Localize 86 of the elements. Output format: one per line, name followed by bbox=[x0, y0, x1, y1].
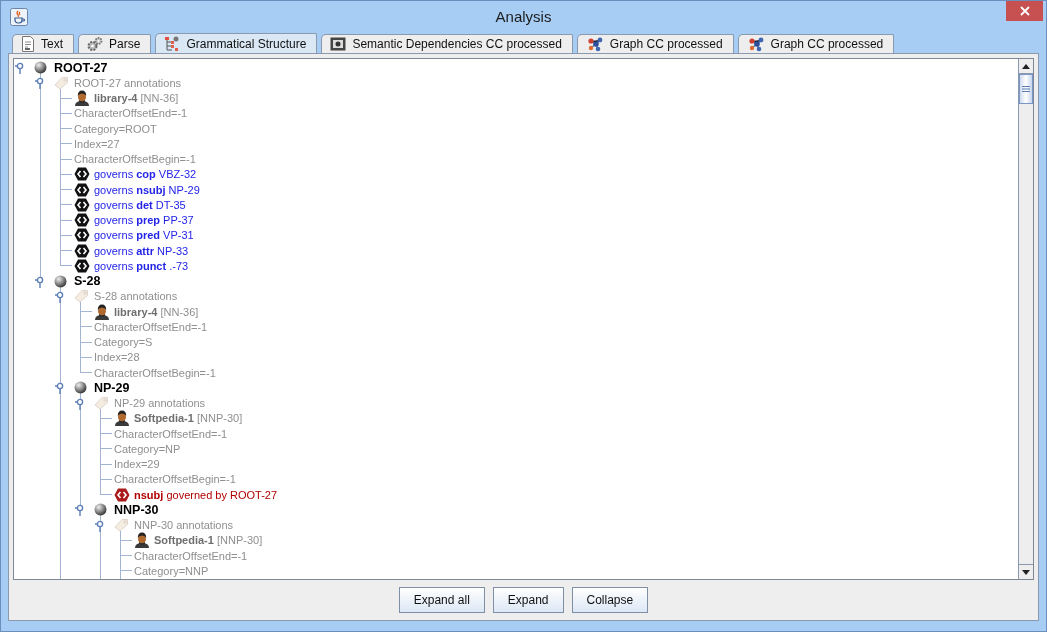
expand-handle-icon[interactable] bbox=[55, 290, 65, 303]
tree-action-button[interactable]: Expand all bbox=[398, 587, 485, 613]
property-label[interactable]: Category=ROOT bbox=[74, 122, 157, 135]
dependency-icon bbox=[74, 213, 90, 228]
person-icon bbox=[134, 532, 150, 549]
tree-action-button[interactable]: Expand bbox=[492, 587, 564, 613]
expand-handle-icon[interactable] bbox=[75, 397, 85, 410]
annotations-label[interactable]: NP-29 annotations bbox=[114, 397, 206, 410]
annotations-label[interactable]: S-28 annotations bbox=[94, 290, 178, 303]
window-title: Analysis bbox=[495, 8, 552, 25]
tab[interactable]: Graph CC processed bbox=[737, 34, 895, 53]
property-label[interactable]: Index=27 bbox=[74, 137, 120, 150]
vertical-scrollbar[interactable] bbox=[1018, 59, 1033, 579]
tree-node-label[interactable]: S-28 bbox=[74, 274, 101, 289]
tab[interactable]: Grammatical Structure bbox=[155, 33, 318, 53]
chip-icon bbox=[330, 37, 347, 51]
token-label[interactable]: Softpedia-1 [NNP-30] bbox=[154, 534, 263, 547]
property-label[interactable]: CharacterOffsetEnd=-1 bbox=[74, 107, 188, 120]
property-label[interactable]: CharacterOffsetEnd=-1 bbox=[134, 549, 248, 562]
expand-handle-icon[interactable] bbox=[35, 275, 45, 288]
token-label[interactable]: library-4 [NN-36] bbox=[114, 305, 199, 318]
tag-icon bbox=[74, 289, 89, 304]
property-label[interactable]: CharacterOffsetEnd=-1 bbox=[114, 427, 228, 440]
person-icon bbox=[94, 303, 110, 320]
grip-icon bbox=[1022, 86, 1030, 92]
java-cup-icon bbox=[10, 8, 28, 26]
dependency-label[interactable]: nsubj governed by ROOT-27 bbox=[134, 488, 278, 501]
dependency-icon bbox=[74, 228, 90, 243]
tab[interactable]: Graph CC processed bbox=[576, 34, 734, 53]
sphere-icon bbox=[94, 503, 107, 517]
gears-icon bbox=[87, 36, 103, 52]
document-icon bbox=[21, 36, 35, 52]
up-arrow-icon bbox=[1022, 63, 1030, 69]
expand-handle-icon[interactable] bbox=[35, 77, 45, 90]
expand-handle-icon[interactable] bbox=[75, 504, 85, 517]
property-label[interactable]: CharacterOffsetEnd=-1 bbox=[94, 320, 208, 333]
property-label[interactable]: Category=NNP bbox=[134, 564, 209, 577]
property-label[interactable]: Category=S bbox=[94, 336, 153, 349]
close-icon bbox=[1019, 6, 1030, 16]
property-label[interactable]: CharacterOffsetBegin=-1 bbox=[74, 153, 196, 166]
property-label[interactable]: CharacterOffsetBegin=-1 bbox=[94, 366, 216, 379]
annotations-label[interactable]: NNP-30 annotations bbox=[134, 519, 234, 532]
molecule-icon bbox=[746, 36, 765, 52]
property-label[interactable]: Index=28 bbox=[94, 351, 140, 364]
dependency-icon bbox=[74, 243, 90, 258]
sphere-icon bbox=[54, 274, 67, 288]
dependency-label[interactable]: governs det DT-35 bbox=[94, 198, 186, 211]
scroll-thumb[interactable] bbox=[1019, 74, 1033, 104]
expand-handle-icon[interactable] bbox=[15, 62, 25, 74]
tree-node-label[interactable]: NP-29 bbox=[94, 380, 130, 395]
dependency-icon bbox=[74, 197, 90, 212]
sphere-icon bbox=[34, 61, 47, 75]
close-button[interactable] bbox=[1006, 1, 1043, 21]
dependency-label[interactable]: governs pred VP-31 bbox=[94, 229, 194, 242]
property-label[interactable]: Index=29 bbox=[114, 458, 160, 471]
annotations-label[interactable]: ROOT-27 annotations bbox=[74, 76, 181, 89]
dependency-icon bbox=[74, 167, 90, 182]
dependency-label[interactable]: governs nsubj NP-29 bbox=[94, 183, 200, 196]
sphere-icon bbox=[74, 381, 87, 395]
tab[interactable]: Semantic Dependencies CC processed bbox=[321, 34, 573, 53]
dependency-icon bbox=[74, 182, 90, 197]
down-arrow-icon bbox=[1022, 569, 1030, 575]
tree-diagram-icon bbox=[164, 35, 181, 52]
property-label[interactable]: Category=NP bbox=[114, 442, 181, 455]
person-icon bbox=[114, 410, 130, 427]
dependency-label[interactable]: governs cop VBZ-32 bbox=[94, 168, 197, 181]
dependency-icon bbox=[114, 487, 130, 502]
tag-icon bbox=[114, 518, 129, 533]
dependency-icon bbox=[74, 258, 90, 273]
dependency-label[interactable]: governs prep PP-37 bbox=[94, 214, 194, 227]
tab[interactable]: Parse bbox=[78, 34, 152, 53]
token-label[interactable]: library-4 [NN-36] bbox=[94, 92, 179, 105]
expand-handle-icon[interactable] bbox=[55, 382, 65, 395]
dependency-label[interactable]: governs attr NP-33 bbox=[94, 244, 189, 257]
tab[interactable]: Text bbox=[12, 34, 74, 53]
molecule-icon bbox=[585, 36, 604, 52]
tree-action-button[interactable]: Collapse bbox=[571, 587, 649, 613]
tag-icon bbox=[54, 75, 69, 90]
person-icon bbox=[74, 90, 90, 107]
property-label[interactable]: CharacterOffsetBegin=-1 bbox=[114, 473, 236, 486]
tree-node-label[interactable]: ROOT-27 bbox=[54, 60, 108, 75]
tag-icon bbox=[94, 396, 109, 411]
token-label[interactable]: Softpedia-1 [NNP-30] bbox=[134, 412, 243, 425]
tree-node-label[interactable]: NNP-30 bbox=[114, 502, 159, 517]
dependency-label[interactable]: governs punct .-73 bbox=[94, 259, 189, 272]
expand-handle-icon[interactable] bbox=[95, 519, 105, 532]
